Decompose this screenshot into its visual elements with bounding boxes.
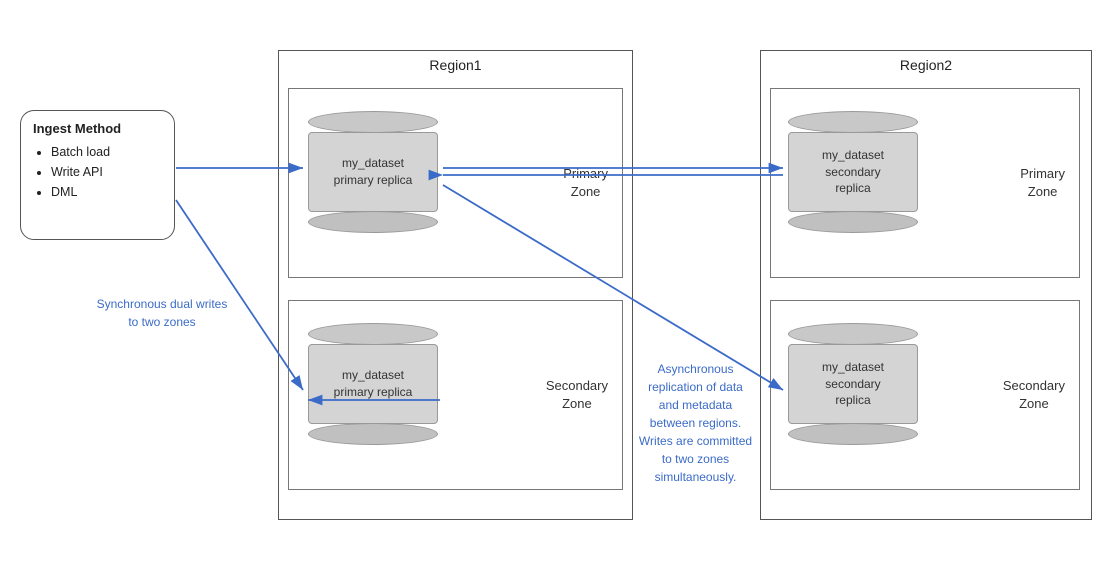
ingest-title: Ingest Method xyxy=(33,121,162,136)
region1-label: Region1 xyxy=(279,51,632,77)
ingest-item-2: Write API xyxy=(51,162,162,182)
ingest-list: Batch load Write API DML xyxy=(33,142,162,202)
cyl-top-r1s xyxy=(308,323,438,345)
cyl-bottom-r2p xyxy=(788,211,918,233)
cyl-label-r2p: my_datasetsecondaryreplica xyxy=(822,147,884,197)
cyl-body-r2p: my_datasetsecondaryreplica xyxy=(788,132,918,212)
ingest-item-3: DML xyxy=(51,182,162,202)
zone-r2-secondary-label: SecondaryZone xyxy=(1003,377,1065,413)
diagram-container: Ingest Method Batch load Write API DML R… xyxy=(0,0,1116,564)
cyl-bottom-r1p xyxy=(308,211,438,233)
cyl-label-r2s: my_datasetsecondaryreplica xyxy=(822,359,884,409)
cyl-body-r1s: my_datasetprimary replica xyxy=(308,344,438,424)
cyl-top-r2s xyxy=(788,323,918,345)
cyl-top-r2p xyxy=(788,111,918,133)
cylinder-r1-primary: my_datasetprimary replica xyxy=(308,110,438,234)
cylinder-r1-secondary: my_datasetprimary replica xyxy=(308,322,438,446)
region2-label: Region2 xyxy=(761,51,1091,77)
cyl-body-r2s: my_datasetsecondaryreplica xyxy=(788,344,918,424)
annotation-async: Asynchronousreplication of dataand metad… xyxy=(608,360,783,486)
cyl-label-r1s: my_datasetprimary replica xyxy=(334,367,413,401)
zone-r1-primary-label: PrimaryZone xyxy=(563,165,608,201)
ingest-box: Ingest Method Batch load Write API DML xyxy=(20,110,175,240)
cyl-bottom-r2s xyxy=(788,423,918,445)
cyl-top-r1p xyxy=(308,111,438,133)
cylinder-r2-primary: my_datasetsecondaryreplica xyxy=(788,110,918,234)
annotation-sync: Synchronous dual writesto two zones xyxy=(82,295,242,331)
cylinder-r2-secondary: my_datasetsecondaryreplica xyxy=(788,322,918,446)
cyl-label-r1p: my_datasetprimary replica xyxy=(334,155,413,189)
cyl-body-r1p: my_datasetprimary replica xyxy=(308,132,438,212)
zone-r1-secondary-label: SecondaryZone xyxy=(546,377,608,413)
ingest-item-1: Batch load xyxy=(51,142,162,162)
cyl-bottom-r1s xyxy=(308,423,438,445)
zone-r2-primary-label: PrimaryZone xyxy=(1020,165,1065,201)
